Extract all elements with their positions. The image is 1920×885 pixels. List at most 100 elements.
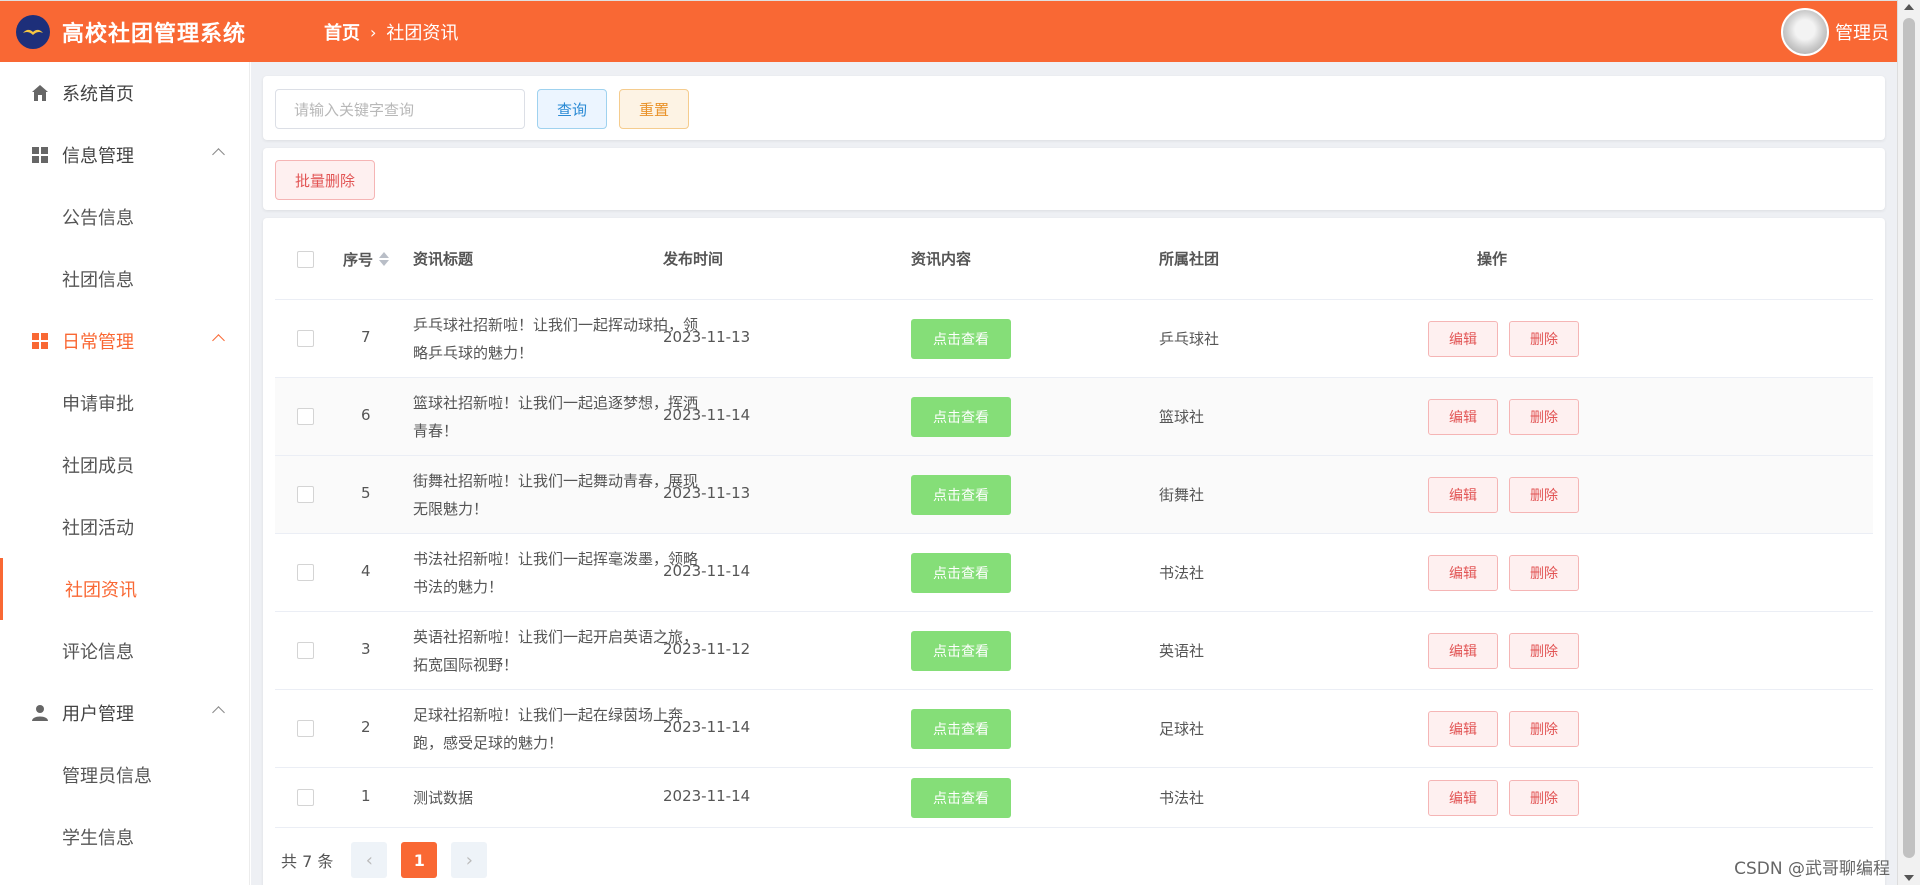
sidebar-item-activities[interactable]: 社团活动 bbox=[0, 496, 249, 558]
scroll-up-icon[interactable] bbox=[1904, 4, 1914, 10]
row-club: 篮球社 bbox=[1159, 408, 1205, 426]
edit-button[interactable]: 编辑 bbox=[1428, 780, 1498, 816]
view-content-button[interactable]: 点击查看 bbox=[911, 319, 1011, 359]
delete-button[interactable]: 删除 bbox=[1509, 555, 1579, 591]
edit-button[interactable]: 编辑 bbox=[1428, 555, 1498, 591]
sidebar-item-notice[interactable]: 公告信息 bbox=[0, 186, 249, 248]
column-header-title: 资讯标题 bbox=[413, 250, 474, 268]
row-title: 街舞社招新啦！让我们一起舞动青春，展现无限魅力！ bbox=[413, 472, 699, 518]
row-checkbox[interactable] bbox=[297, 789, 314, 806]
edit-button[interactable]: 编辑 bbox=[1428, 477, 1498, 513]
table-header: 序号 资讯标题 发布时间 资讯内容 所属社团 操作 bbox=[275, 218, 1873, 300]
row-time: 2023-11-14 bbox=[663, 406, 751, 424]
delete-button[interactable]: 删除 bbox=[1509, 633, 1579, 669]
row-index: 6 bbox=[361, 406, 371, 424]
view-content-button[interactable]: 点击查看 bbox=[911, 553, 1011, 593]
row-time: 2023-11-14 bbox=[663, 718, 751, 736]
sidebar-item-approval[interactable]: 申请审批 bbox=[0, 372, 249, 434]
scroll-down-icon[interactable] bbox=[1904, 875, 1914, 881]
sidebar-group-daily[interactable]: 日常管理 bbox=[0, 310, 249, 372]
batch-delete-button[interactable]: 批量删除 bbox=[275, 160, 375, 200]
prev-page-button[interactable]: ‹ bbox=[351, 842, 388, 878]
sidebar-item-members[interactable]: 社团成员 bbox=[0, 434, 249, 496]
table-row: 3 英语社招新啦！让我们一起开启英语之旅，拓宽国际视野！ 2023-11-12 … bbox=[275, 612, 1873, 690]
delete-button[interactable]: 删除 bbox=[1509, 477, 1579, 513]
news-table-card: 序号 资讯标题 发布时间 资讯内容 所属社团 操作 7 乒乓球社招新啦！让我们一… bbox=[263, 218, 1885, 885]
row-index: 1 bbox=[361, 787, 371, 805]
row-title: 测试数据 bbox=[413, 789, 474, 807]
row-time: 2023-11-13 bbox=[663, 484, 751, 502]
row-time: 2023-11-14 bbox=[663, 562, 751, 580]
row-title: 乒乓球社招新啦！让我们一起挥动球拍，领略乒乓球的魅力！ bbox=[413, 316, 699, 362]
pagination: 共 7 条 ‹ 1 › bbox=[281, 842, 488, 878]
toolbar: 批量删除 bbox=[263, 148, 1885, 210]
row-checkbox[interactable] bbox=[297, 408, 314, 425]
view-content-button[interactable]: 点击查看 bbox=[911, 631, 1011, 671]
row-time: 2023-11-12 bbox=[663, 640, 751, 658]
edit-button[interactable]: 编辑 bbox=[1428, 633, 1498, 669]
avatar[interactable] bbox=[1781, 8, 1829, 56]
edit-button[interactable]: 编辑 bbox=[1428, 399, 1498, 435]
row-index: 5 bbox=[361, 484, 371, 502]
sort-icon[interactable] bbox=[379, 252, 390, 266]
chevron-right-icon: › bbox=[370, 22, 377, 42]
user-name[interactable]: 管理员 bbox=[1835, 19, 1889, 45]
next-page-button[interactable]: › bbox=[451, 842, 488, 878]
sidebar-group-users[interactable]: 用户管理 bbox=[0, 682, 249, 744]
chevron-up-icon bbox=[212, 706, 225, 719]
sidebar-item-label: 系统首页 bbox=[62, 84, 134, 105]
column-header-index[interactable]: 序号 bbox=[343, 242, 390, 276]
view-content-button[interactable]: 点击查看 bbox=[911, 397, 1011, 437]
home-icon bbox=[30, 83, 50, 103]
user-menu[interactable]: 管理员 bbox=[1781, 8, 1889, 56]
row-checkbox[interactable] bbox=[297, 642, 314, 659]
view-content-button[interactable]: 点击查看 bbox=[911, 475, 1011, 515]
page-number-current[interactable]: 1 bbox=[401, 842, 438, 878]
delete-button[interactable]: 删除 bbox=[1509, 711, 1579, 747]
row-club: 街舞社 bbox=[1159, 486, 1205, 504]
row-index: 7 bbox=[361, 328, 371, 346]
vertical-scrollbar[interactable] bbox=[1897, 0, 1920, 885]
search-input[interactable]: 请输入关键字查询 bbox=[275, 89, 525, 129]
sidebar-item-club-info[interactable]: 社团信息 bbox=[0, 248, 249, 310]
column-header-action: 操作 bbox=[1477, 250, 1508, 268]
sidebar-item-comments[interactable]: 评论信息 bbox=[0, 620, 249, 682]
sidebar-group-label: 用户管理 bbox=[62, 704, 134, 725]
table-row: 2 足球社招新啦！让我们一起在绿茵场上奔跑，感受足球的魅力！ 2023-11-1… bbox=[275, 690, 1873, 768]
edit-button[interactable]: 编辑 bbox=[1428, 321, 1498, 357]
breadcrumb-home[interactable]: 首页 bbox=[324, 19, 360, 45]
row-index: 2 bbox=[361, 718, 371, 736]
sidebar-item-admins[interactable]: 管理员信息 bbox=[0, 744, 249, 806]
row-title: 足球社招新啦！让我们一起在绿茵场上奔跑，感受足球的魅力！ bbox=[413, 706, 684, 752]
delete-button[interactable]: 删除 bbox=[1509, 399, 1579, 435]
delete-button[interactable]: 删除 bbox=[1509, 321, 1579, 357]
chevron-right-icon: › bbox=[465, 849, 473, 871]
table-row: 4 书法社招新啦！让我们一起挥毫泼墨，领略书法的魅力！ 2023-11-14 点… bbox=[275, 534, 1873, 612]
edit-button[interactable]: 编辑 bbox=[1428, 711, 1498, 747]
row-title: 书法社招新啦！让我们一起挥毫泼墨，领略书法的魅力！ bbox=[413, 550, 699, 596]
reset-button[interactable]: 重置 bbox=[619, 89, 689, 129]
row-checkbox[interactable] bbox=[297, 486, 314, 503]
sidebar-item-home[interactable]: 系统首页 bbox=[0, 62, 249, 124]
scrollbar-thumb[interactable] bbox=[1903, 18, 1915, 858]
row-checkbox[interactable] bbox=[297, 564, 314, 581]
column-header-content: 资讯内容 bbox=[911, 250, 972, 268]
row-checkbox[interactable] bbox=[297, 330, 314, 347]
row-checkbox[interactable] bbox=[297, 720, 314, 737]
view-content-button[interactable]: 点击查看 bbox=[911, 709, 1011, 749]
row-club: 英语社 bbox=[1159, 642, 1205, 660]
query-button[interactable]: 查询 bbox=[537, 89, 607, 129]
sidebar: 系统首页 信息管理 公告信息 社团信息 日常管理 申请审批 社团成员 社团活动 … bbox=[0, 62, 250, 885]
total-count: 共 7 条 bbox=[281, 852, 334, 871]
sidebar-item-students[interactable]: 学生信息 bbox=[0, 806, 249, 868]
table-row: 7 乒乓球社招新啦！让我们一起挥动球拍，领略乒乓球的魅力！ 2023-11-13… bbox=[275, 300, 1873, 378]
column-header-club: 所属社团 bbox=[1159, 250, 1220, 268]
view-content-button[interactable]: 点击查看 bbox=[911, 778, 1011, 818]
delete-button[interactable]: 删除 bbox=[1509, 780, 1579, 816]
row-title: 英语社招新啦！让我们一起开启英语之旅，拓宽国际视野！ bbox=[413, 628, 699, 674]
sidebar-item-news[interactable]: 社团资讯 bbox=[0, 558, 249, 620]
sidebar-group-info[interactable]: 信息管理 bbox=[0, 124, 249, 186]
chevron-up-icon bbox=[212, 148, 225, 161]
row-time: 2023-11-14 bbox=[663, 787, 751, 805]
select-all-checkbox[interactable] bbox=[297, 251, 314, 268]
